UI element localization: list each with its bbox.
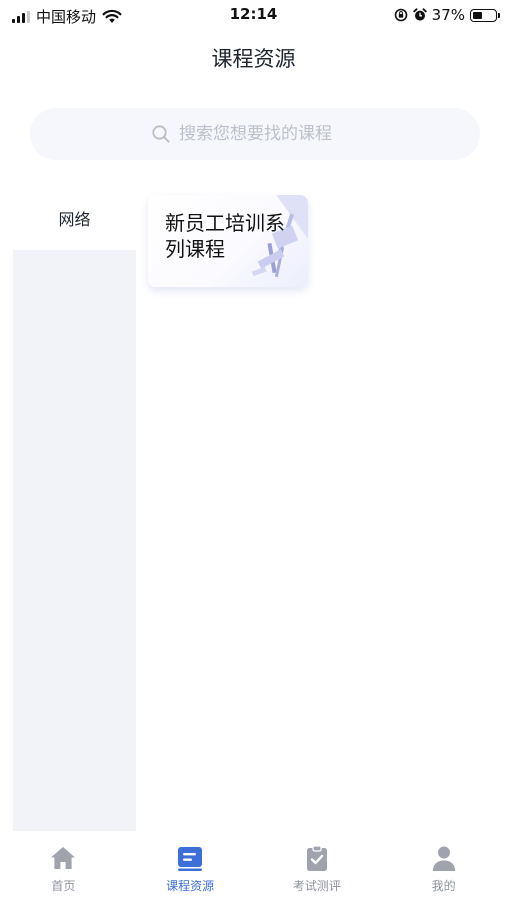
tab-home[interactable]: 首页: [0, 832, 127, 900]
tab-profile[interactable]: 我的: [380, 832, 507, 900]
course-icon: [178, 847, 203, 871]
status-bar: 中国移动 12:14 37%: [0, 0, 507, 30]
tab-label: 我的: [431, 879, 456, 893]
status-right: 37%: [394, 6, 500, 24]
profile-icon: [432, 846, 455, 871]
search-bar[interactable]: [30, 108, 480, 160]
tab-bar: 首页 课程资源 考试测评 我的: [0, 832, 507, 900]
lock-rotation-icon: [394, 8, 407, 22]
course-title: 新员工培训系列课程: [165, 211, 285, 261]
tab-label: 考试测评: [292, 879, 341, 893]
battery-icon: [470, 8, 500, 22]
exam-icon: [306, 845, 327, 871]
category-sidebar: 网络: [13, 186, 136, 831]
tab-label: 首页: [51, 879, 76, 893]
category-item-label: 网络: [58, 210, 91, 229]
battery-percent: 37%: [431, 6, 465, 24]
tab-course-resources[interactable]: 课程资源: [127, 832, 254, 900]
tab-label: 课程资源: [166, 879, 215, 893]
search-icon: [152, 125, 170, 143]
category-item-network[interactable]: 网络: [13, 186, 136, 250]
home-icon: [51, 847, 76, 869]
course-card[interactable]: 新员工培训系列课程: [148, 195, 308, 287]
tab-exam[interactable]: 考试测评: [254, 832, 381, 900]
alarm-icon: [412, 8, 427, 21]
page-title: 课程资源: [211, 47, 296, 71]
search-input[interactable]: [179, 124, 359, 144]
